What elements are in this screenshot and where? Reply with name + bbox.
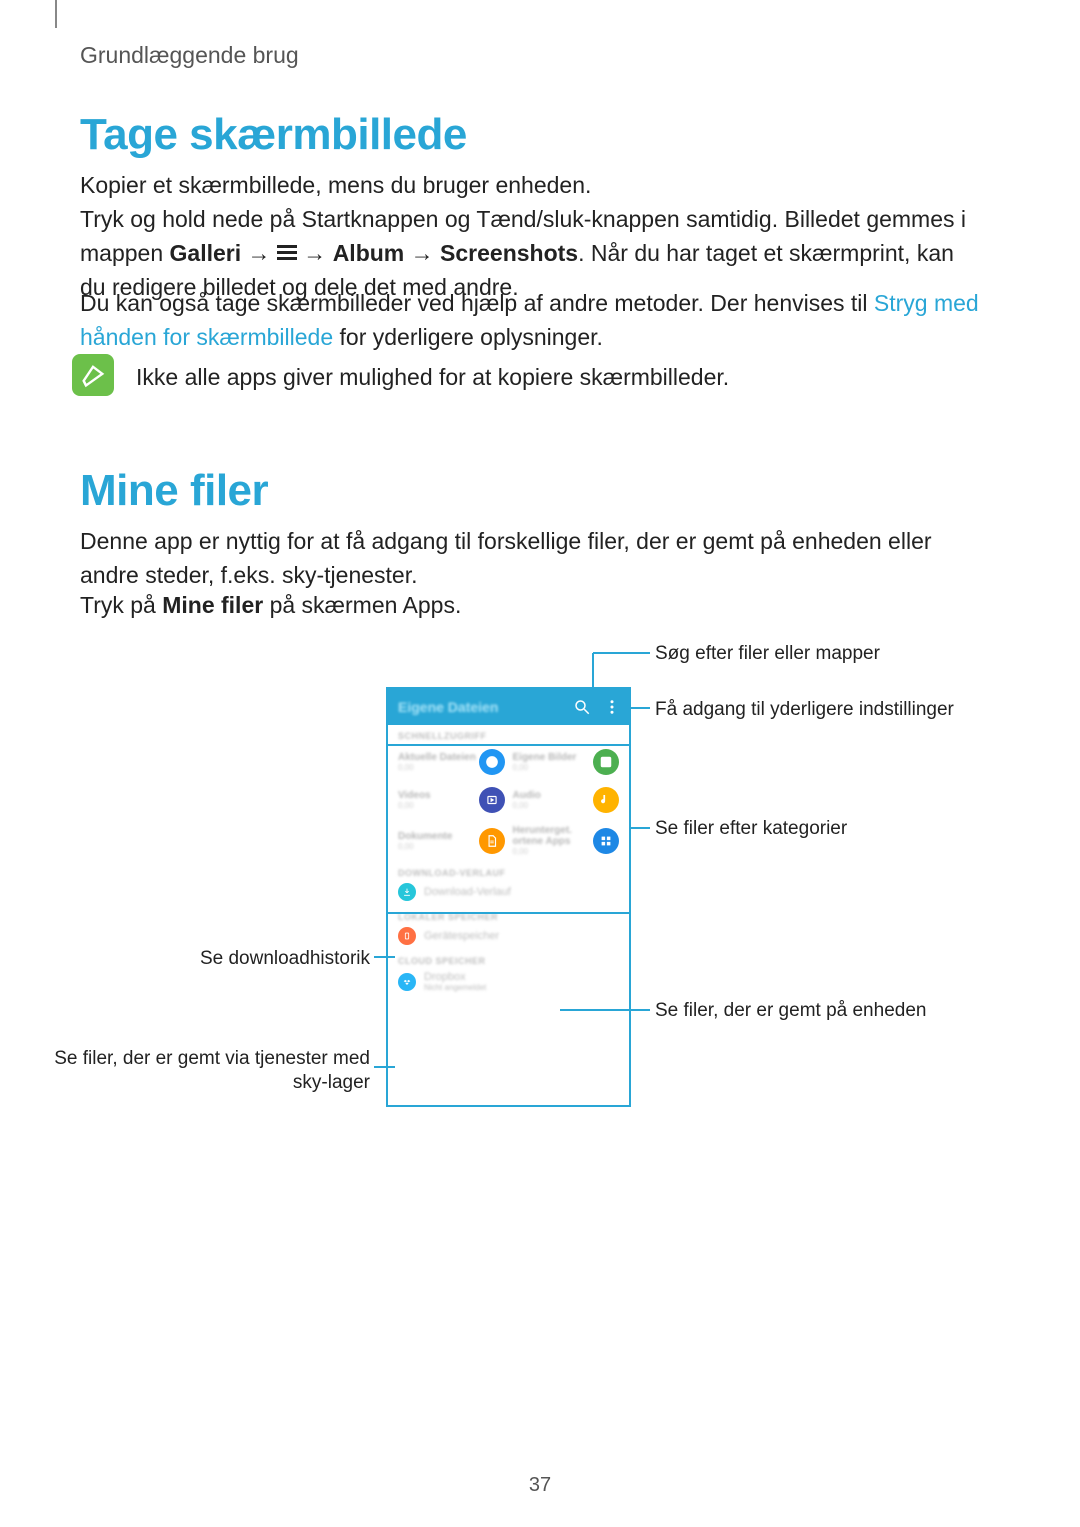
ann-device: Se filer, der er gemt på enheden (655, 999, 975, 1023)
phone-titlebar: Eigene Dateien (388, 689, 629, 725)
heading-myfiles: Mine filer (80, 466, 268, 516)
phone-sec1: SCHNELLZUGRIFF (388, 725, 629, 741)
ann-categories: Se filer efter kategorier (655, 817, 975, 841)
hamburger-icon (277, 245, 297, 261)
ann-downloads: Se downloadhistorik (150, 947, 370, 971)
note-text: Ikke alle apps giver mulighed for at kop… (136, 354, 729, 394)
search-icon[interactable] (573, 698, 591, 716)
cloud-icon (398, 973, 416, 991)
note-icon (72, 354, 114, 396)
device-icon (398, 927, 416, 945)
row-cloud-storage[interactable]: DropboxNicht angemeldet (388, 966, 629, 997)
header-rule (55, 0, 57, 28)
note-row: Ikke alle apps giver mulighed for at kop… (72, 354, 729, 396)
ann-more: Få adgang til yderligere indstillinger (655, 698, 975, 722)
row-device-storage[interactable]: Gerätespeicher (388, 922, 629, 950)
phone-title: Eigene Dateien (398, 699, 498, 715)
heading-screenshot: Tage skærmbillede (80, 110, 467, 160)
para-screenshot-1: Kopier et skærmbillede, mens du bruger e… (80, 168, 980, 202)
more-icon[interactable] (603, 698, 621, 716)
callout-categories (386, 744, 631, 914)
ann-cloud: Se filer, der er gemt via tjenester med … (40, 1047, 370, 1095)
para-screenshot-3: Du kan også tage skærmbilleder ved hjælp… (80, 286, 980, 354)
para-myfiles-2: Tryk på Mine filer på skærmen Apps. (80, 588, 980, 622)
page-number: 37 (0, 1474, 1080, 1497)
ann-search: Søg efter filer eller mapper (655, 642, 975, 666)
para-myfiles-1: Denne app er nyttig for at få adgang til… (80, 524, 980, 592)
section-label: Grundlæggende brug (80, 42, 299, 69)
phone-sec4: CLOUD SPEICHER (388, 950, 629, 966)
